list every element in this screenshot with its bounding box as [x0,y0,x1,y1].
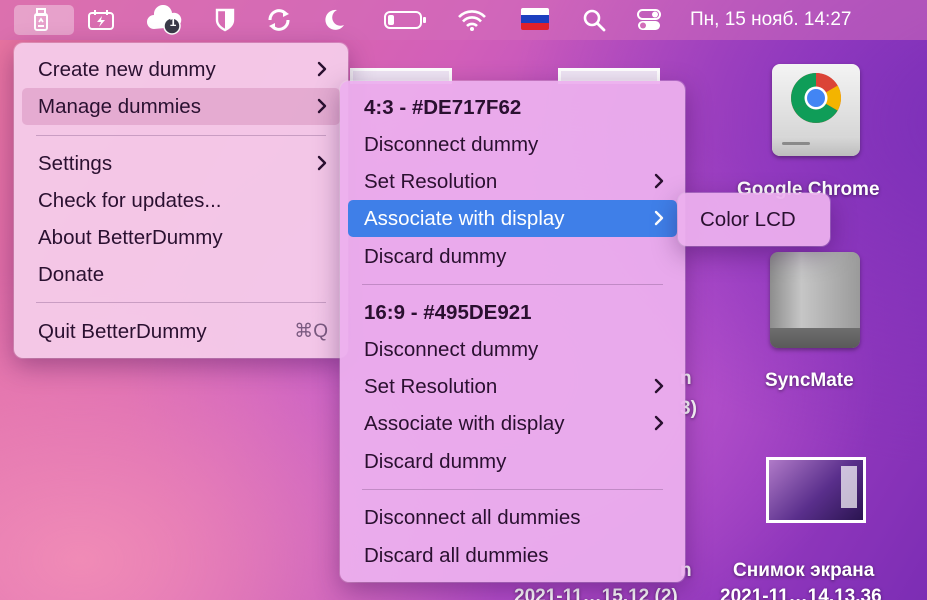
dummy-2-disconnect-item[interactable]: Disconnect dummy [348,331,677,368]
dummy-1-set-resolution-label: Set Resolution [364,169,498,193]
menu-separator [36,302,326,303]
shield-icon[interactable] [212,5,238,35]
sync-icon[interactable] [264,5,294,35]
chevron-right-icon [654,415,664,431]
wifi-icon[interactable] [456,5,488,35]
quit-shortcut: ⌘Q [294,321,328,342]
battery-icon[interactable] [383,5,429,35]
calendar-bolt-icon[interactable] [86,5,116,35]
dummy-1-set-resolution-item[interactable]: Set Resolution [348,163,677,200]
betterdummy-main-menu: Create new dummy Manage dummies Settings… [14,43,348,358]
donate-item[interactable]: Donate [22,256,340,293]
dummy-2-title-text: 16:9 - #495DE921 [364,300,532,324]
quit-betterdummy-label: Quit BetterDummy [38,319,207,343]
donate-label: Donate [38,262,105,286]
disconnect-all-dummies-label: Disconnect all dummies [364,505,581,529]
control-center-icon[interactable] [634,5,664,35]
spotlight-search-icon[interactable] [580,5,608,35]
manage-dummies-submenu: 4:3 - #DE717F62 Disconnect dummy Set Res… [340,81,685,582]
quit-betterdummy-item[interactable]: Quit BetterDummy ⌘Q [22,313,340,350]
create-new-dummy-item[interactable]: Create new dummy [22,51,340,88]
chrome-icon [791,73,841,123]
dummy-2-title: 16:9 - #495DE921 [348,294,677,331]
manage-dummies-label: Manage dummies [38,94,201,118]
chevron-right-icon [317,155,327,171]
about-betterdummy-item[interactable]: About BetterDummy [22,219,340,256]
menubar-datetime[interactable]: Пн, 15 нояб. 14:27 [690,9,851,31]
google-chrome-app[interactable] [768,58,864,160]
display-color-lcd-item[interactable]: Color LCD [684,201,824,238]
dummy-1-disconnect-label: Disconnect dummy [364,132,539,156]
dummy-2-discard-item[interactable]: Discard dummy [348,443,677,480]
russian-flag-icon[interactable] [521,8,549,30]
chevron-right-icon [654,378,664,394]
dummy-1-disconnect-item[interactable]: Disconnect dummy [348,126,677,163]
dummy-1-associate-item[interactable]: Associate with display [348,200,677,237]
dummy-1-discard-item[interactable]: Discard dummy [348,238,677,275]
dummy-1-discard-label: Discard dummy [364,244,507,268]
menu-separator [362,489,663,490]
check-for-updates-item[interactable]: Check for updates... [22,182,340,219]
screenshot-label[interactable]: Снимок экрана [733,560,874,582]
discard-all-dummies-item[interactable]: Discard all dummies [348,537,677,574]
bottom-label-left: 2021-11…15.12 (2) [514,586,678,600]
chevron-right-icon [654,173,664,189]
notification-badge: 1 [169,15,177,29]
dummy-2-discard-label: Discard dummy [364,449,507,473]
dummy-1-associate-label: Associate with display [364,206,565,230]
dummy-1-title: 4:3 - #DE717F62 [348,89,677,126]
discard-all-dummies-label: Discard all dummies [364,543,549,567]
chevron-right-icon [654,210,664,226]
create-new-dummy-label: Create new dummy [38,57,216,81]
dummy-2-set-resolution-item[interactable]: Set Resolution [348,368,677,405]
check-for-updates-label: Check for updates... [38,188,222,212]
dummy-1-title-text: 4:3 - #DE717F62 [364,95,522,119]
dummy-2-associate-label: Associate with display [364,411,565,435]
associate-display-submenu: Color LCD [678,193,830,246]
chevron-right-icon [317,61,327,77]
dummy-2-associate-item[interactable]: Associate with display [348,405,677,442]
about-betterdummy-label: About BetterDummy [38,225,223,249]
settings-label: Settings [38,151,113,175]
syncmate-label[interactable]: SyncMate [765,370,854,392]
cloud-notification-icon[interactable]: 1 [146,5,186,35]
screenshot-thumbnail[interactable] [766,457,866,523]
manage-dummies-item[interactable]: Manage dummies [22,88,340,125]
menu-separator [36,135,326,136]
dummy-2-disconnect-label: Disconnect dummy [364,337,539,361]
menu-bar: 1 Пн, 15 нояб. 14:27 [0,0,927,40]
bottom-label-right: 2021-11…14.13.36 [720,586,882,600]
disconnect-all-dummies-item[interactable]: Disconnect all dummies [348,499,677,536]
betterdummy-menubar-icon[interactable] [14,5,74,35]
settings-item[interactable]: Settings [22,145,340,182]
menu-separator [362,284,663,285]
chevron-right-icon [317,98,327,114]
display-color-lcd-label: Color LCD [700,207,796,231]
moon-icon[interactable] [322,5,348,35]
syncmate-drive[interactable] [768,250,864,350]
dummy-2-set-resolution-label: Set Resolution [364,374,498,398]
